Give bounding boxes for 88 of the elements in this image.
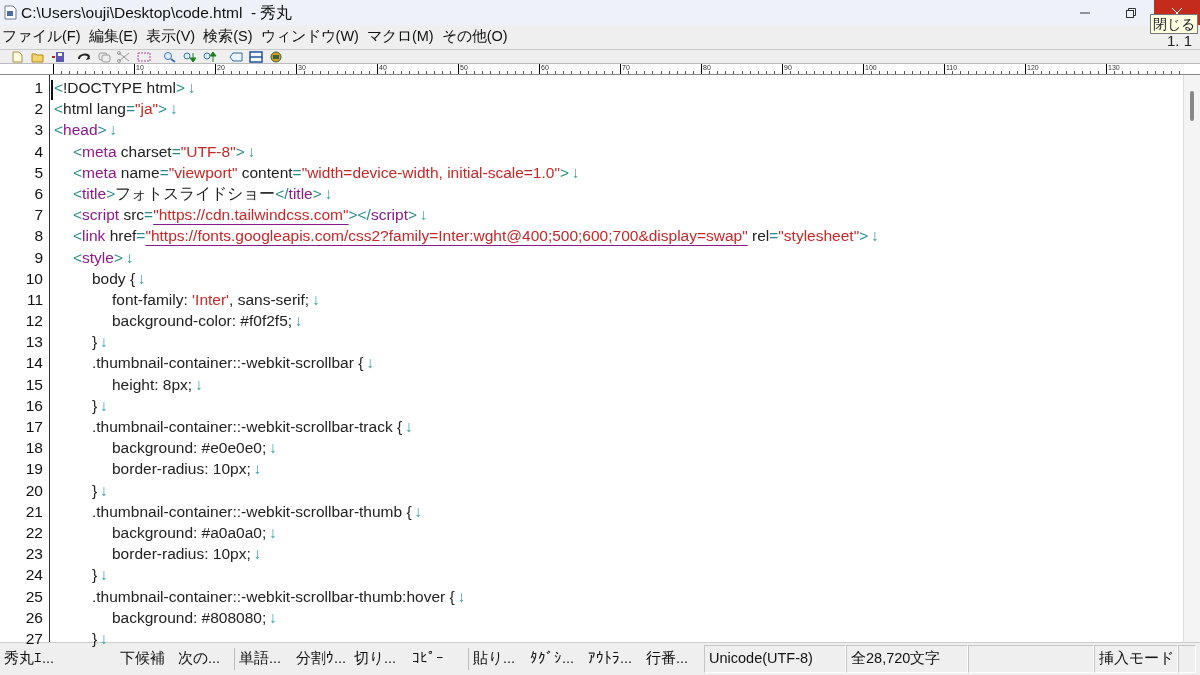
- line-number: 2: [33, 99, 43, 120]
- line-number: 23: [24, 544, 43, 565]
- status-text: Unicode(UTF-8): [704, 645, 846, 673]
- search-up-icon[interactable]: [200, 50, 220, 63]
- line-number: 10: [24, 268, 43, 289]
- line-number: 12: [24, 311, 43, 332]
- menu-item[interactable]: その他(O): [441, 26, 508, 48]
- code-line: background: #e0e0e0; ↓: [112, 438, 278, 459]
- code-line: body { ↓: [92, 268, 146, 289]
- line-number: 13: [24, 332, 43, 353]
- line-number: 24: [24, 565, 43, 586]
- function-key-button[interactable]: ｱｳﾄﾗ...: [584, 648, 642, 670]
- line-number: 16: [24, 395, 43, 416]
- line-number: 22: [24, 522, 43, 543]
- dotted-frame-icon[interactable]: [134, 50, 154, 63]
- code-line: .thumbnail-container::-webkit-scrollbar-track { ↓: [92, 417, 413, 437]
- code-line: font-family: 'Inter', sans-serif; ↓: [112, 289, 320, 310]
- function-key-button[interactable]: 切り...: [350, 648, 408, 670]
- code-line: <title>フォトスライドショー</title> ↓: [73, 183, 333, 204]
- code-line: <style> ↓: [73, 247, 134, 268]
- code-line: border-radius: 10px; ↓: [112, 544, 262, 565]
- scrollbar-thumb[interactable]: [1190, 91, 1194, 121]
- minimize-icon: [1080, 11, 1090, 14]
- line-number: 21: [24, 501, 43, 522]
- menu-item[interactable]: ウィンドウ(W): [260, 26, 359, 48]
- line-number: 26: [24, 607, 43, 628]
- code-line: <meta name="viewport" content="width=device-width, initial-scale=1.0"> ↓: [73, 162, 580, 183]
- line-number: 8: [33, 226, 43, 247]
- line-number: 5: [33, 162, 43, 183]
- code-line: background: #a0a0a0; ↓: [112, 522, 278, 543]
- line-number: 25: [24, 586, 43, 607]
- menu-item[interactable]: 検索(S): [203, 26, 253, 48]
- function-key-button[interactable]: 下候補: [116, 648, 174, 670]
- code-line: <link href="https://fonts.googleapis.com/css2?family=Inter:wght@400;500;600;700&display=swap" rel="stylesheet"> ↓: [73, 226, 879, 247]
- menu-item[interactable]: 編集(E): [88, 26, 138, 48]
- function-key-button[interactable]: ｺﾋﾟｰ: [408, 648, 466, 670]
- line-number: 14: [24, 353, 43, 374]
- function-key-button[interactable]: 分割ｳ...: [292, 648, 350, 670]
- function-key-button[interactable]: ﾀｸﾞｼ...: [526, 648, 584, 670]
- window-title: C:\Users\ouji\Desktop\code.html - 秀丸: [21, 2, 293, 23]
- code-line: } ↓: [92, 332, 108, 353]
- code-line: } ↓: [92, 628, 108, 649]
- line-number: 27: [24, 628, 43, 649]
- code-line: <head> ↓: [54, 120, 118, 141]
- text-cursor: [51, 80, 53, 100]
- code-line: <!DOCTYPE html> ↓: [54, 78, 196, 98]
- line-number: 17: [24, 417, 43, 437]
- cursor-position: 1. 1: [1166, 31, 1192, 51]
- menu-item[interactable]: ファイル(F): [2, 26, 81, 48]
- line-number: 11: [25, 289, 43, 310]
- line-number: 6: [33, 183, 43, 204]
- code-line: <meta charset="UTF-8"> ↓: [73, 141, 256, 162]
- line-number: 15: [24, 374, 43, 395]
- code-line: } ↓: [92, 480, 108, 501]
- code-line: height: 8px; ↓: [112, 374, 203, 395]
- code-line: <html lang="ja"> ↓: [54, 99, 178, 120]
- function-key-button[interactable]: 秀丸ｴ...: [0, 648, 116, 670]
- code-line: background-color: #f0f2f5; ↓: [112, 311, 303, 332]
- status-text: 全28,720文字: [846, 645, 968, 673]
- file-icon: [4, 5, 17, 20]
- menu-item[interactable]: マクロ(M): [366, 26, 434, 48]
- line-number: 20: [24, 480, 43, 501]
- line-number: 9: [33, 247, 43, 268]
- code-line: .thumbnail-container::-webkit-scrollbar { ↓: [92, 353, 375, 374]
- code-line: background: #808080; ↓: [112, 607, 278, 628]
- code-line: .thumbnail-container::-webkit-scrollbar-thumb { ↓: [92, 501, 423, 522]
- line-number: 4: [33, 141, 43, 162]
- function-key-button[interactable]: 次の...: [174, 648, 232, 670]
- line-number: 18: [24, 438, 43, 459]
- vertical-scrollbar[interactable]: [1183, 75, 1200, 642]
- function-key-button[interactable]: 貼り...: [468, 648, 526, 670]
- tooltip: 閉じる: [1150, 14, 1198, 34]
- menu-item[interactable]: 表示(V): [145, 26, 196, 48]
- function-key-button[interactable]: 単語...: [234, 648, 292, 670]
- code-line: } ↓: [92, 395, 108, 416]
- code-line: .thumbnail-container::-webkit-scrollbar-thumb:hover { ↓: [92, 586, 466, 607]
- code-line: } ↓: [92, 565, 108, 586]
- code-line: border-radius: 10px; ↓: [112, 459, 262, 480]
- split-window-icon[interactable]: [246, 50, 266, 63]
- search-down-icon[interactable]: [180, 50, 200, 63]
- line-number: 1: [33, 78, 43, 98]
- status-text: 挿入モード: [1094, 645, 1178, 673]
- line-number: 3: [33, 120, 43, 141]
- line-number: 7: [33, 205, 43, 226]
- function-key-button[interactable]: 行番...: [642, 648, 700, 670]
- restore-icon: [1126, 7, 1136, 18]
- code-line: <script src="https://cdn.tailwindcss.com"></script> ↓: [73, 205, 428, 226]
- line-number: 19: [24, 459, 43, 480]
